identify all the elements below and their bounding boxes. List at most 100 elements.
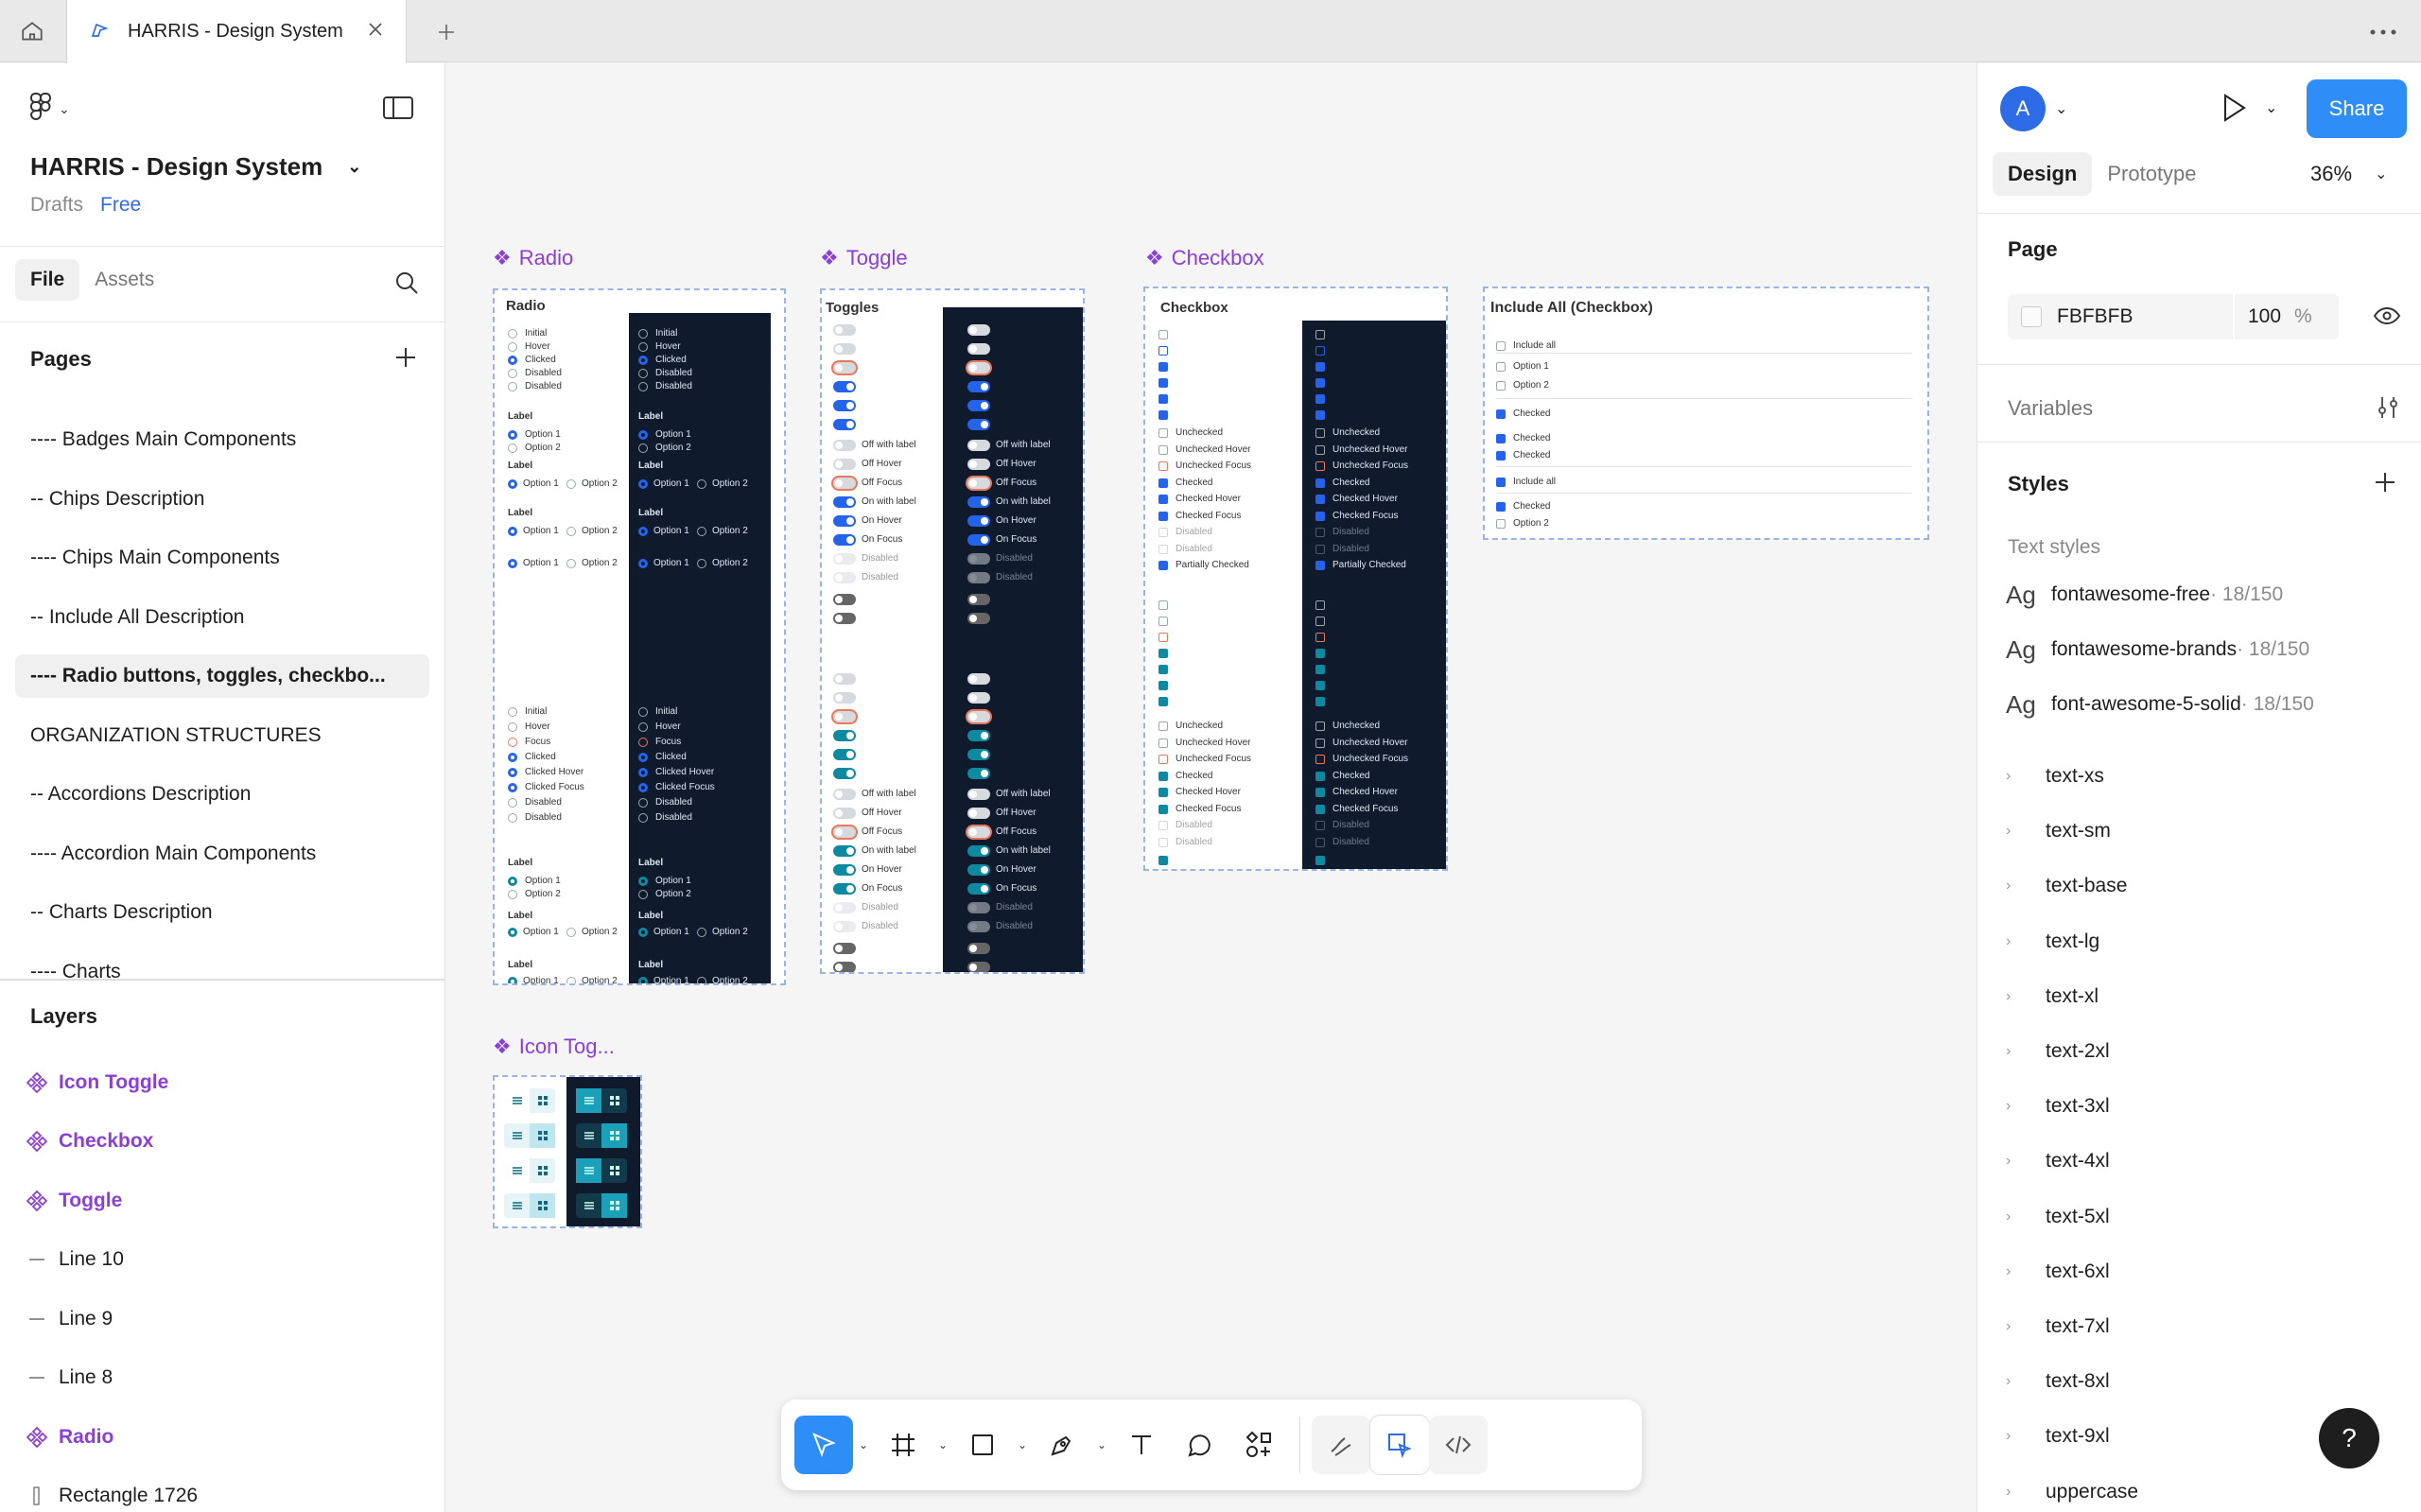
include-all-frame[interactable]: Include All (Checkbox) Include all Option… [1483, 287, 1929, 540]
text-tool-button[interactable] [1112, 1416, 1171, 1474]
toggle-switch[interactable] [833, 459, 856, 470]
toggle-switch[interactable] [967, 362, 990, 374]
design-canvas[interactable]: ❖ Radio Radio Initial Hover Clicked Disabled… [445, 63, 1977, 1512]
toggle-switch[interactable] [967, 478, 990, 489]
radio-button[interactable] [508, 798, 517, 808]
radio-button[interactable] [638, 977, 648, 983]
checkbox[interactable] [1315, 633, 1325, 642]
radio-button[interactable] [638, 369, 648, 378]
checkbox[interactable] [1496, 478, 1506, 487]
checkbox[interactable] [1158, 378, 1168, 388]
text-style-group[interactable]: › text-6xl [2006, 1251, 2403, 1293]
radio-button[interactable] [508, 382, 517, 391]
page-color-field[interactable]: FBFBFB 100 % [2008, 294, 2339, 339]
checkbox-partial[interactable] [1315, 561, 1325, 570]
checkbox[interactable] [1158, 804, 1168, 814]
icon-toggle[interactable] [504, 1158, 555, 1183]
radio-button[interactable] [508, 559, 517, 568]
checkbox[interactable] [1315, 600, 1325, 610]
checkbox[interactable] [1315, 495, 1325, 504]
checkbox[interactable] [1315, 771, 1325, 781]
radio-button[interactable] [638, 707, 648, 717]
toggle-switch[interactable] [967, 943, 990, 954]
grid-icon[interactable] [530, 1123, 555, 1148]
radio-button[interactable] [508, 890, 517, 899]
toggle-switch[interactable] [833, 711, 856, 722]
checkbox[interactable] [1158, 856, 1168, 865]
checkbox[interactable] [1158, 600, 1168, 610]
checkbox[interactable] [1315, 617, 1325, 626]
checkbox[interactable] [1315, 444, 1325, 455]
grid-icon[interactable] [530, 1193, 555, 1218]
radio-button[interactable] [638, 798, 648, 808]
radio-button[interactable] [638, 356, 648, 365]
file-name-button[interactable]: HARRIS - Design System ⌄ [30, 152, 361, 182]
checkbox[interactable] [1315, 738, 1325, 748]
page-item[interactable]: ---- Charts [15, 950, 429, 994]
radio-button[interactable] [508, 356, 517, 365]
toggle-switch[interactable] [967, 789, 990, 800]
toggle-switch[interactable] [833, 883, 856, 895]
page-item[interactable]: ---- Accordion Main Components [15, 832, 429, 876]
grid-icon[interactable] [601, 1123, 627, 1148]
radio-button[interactable] [508, 443, 517, 453]
checkbox[interactable] [1496, 434, 1506, 443]
radio-button[interactable] [508, 768, 517, 777]
add-page-button[interactable] [393, 345, 418, 370]
text-style-group[interactable]: › text-8xl [2006, 1361, 2403, 1402]
radio-button[interactable] [697, 977, 706, 983]
radio-button[interactable] [697, 928, 706, 937]
frame-tool-button[interactable] [874, 1416, 932, 1474]
text-style-group[interactable]: › text-5xl [2006, 1196, 2403, 1238]
file-tab[interactable]: HARRIS - Design System [66, 0, 407, 63]
tab-design[interactable]: Design [1993, 152, 2093, 196]
layer-rectangle-1726[interactable]: Rectangle 1726 [15, 1474, 431, 1512]
zoom-control[interactable]: 36% ⌄ [2310, 162, 2387, 186]
radio-button[interactable] [638, 877, 648, 886]
text-style-item[interactable]: Ag fontawesome-free · 18/150 [2006, 574, 2403, 616]
radio-button[interactable] [508, 977, 517, 983]
radio-button[interactable] [638, 559, 648, 568]
checkbox[interactable] [1315, 330, 1325, 339]
layer-line-9[interactable]: Line 9 [15, 1297, 431, 1341]
grid-icon[interactable] [601, 1193, 627, 1218]
checkbox[interactable] [1315, 478, 1325, 488]
more-icon[interactable] [2364, 13, 2402, 51]
toggle-switch[interactable] [967, 613, 990, 624]
frame-label-icon-toggle[interactable]: ❖ Icon Tog... [493, 1034, 615, 1059]
comment-tool-button[interactable] [1171, 1416, 1229, 1474]
home-icon[interactable] [0, 0, 64, 62]
toggle-switch[interactable] [833, 324, 856, 336]
tab-file[interactable]: File [15, 259, 80, 301]
text-style-group[interactable]: › text-lg [2006, 921, 2403, 963]
frame-label-toggle[interactable]: ❖ Toggle [820, 246, 908, 270]
radio-button[interactable] [508, 813, 517, 823]
text-style-group[interactable]: › uppercase [2006, 1471, 2403, 1512]
list-icon[interactable] [504, 1193, 530, 1218]
checkbox[interactable] [1315, 410, 1325, 420]
toggle-switch[interactable] [833, 943, 856, 954]
toggle-switch[interactable] [967, 440, 990, 451]
layer-line-8[interactable]: Line 8 [15, 1356, 431, 1399]
toggle-switch[interactable] [833, 768, 856, 779]
page-item[interactable]: -- Include All Description [15, 596, 429, 639]
checkbox[interactable] [1158, 837, 1168, 847]
frame-label-radio[interactable]: ❖ Radio [493, 246, 573, 270]
checkbox[interactable] [1158, 617, 1168, 626]
chevron-down-icon[interactable]: ⌄ [1012, 1438, 1033, 1451]
checkbox[interactable] [1158, 461, 1168, 471]
toggle-switch[interactable] [833, 808, 856, 819]
chevron-down-icon[interactable]: ⌄ [1091, 1438, 1112, 1451]
icon-toggle[interactable] [576, 1123, 627, 1148]
checkbox[interactable] [1496, 519, 1506, 529]
toggle-switch[interactable] [833, 692, 856, 704]
toggle-switch[interactable] [833, 515, 856, 527]
radio-button[interactable] [638, 342, 648, 352]
checkbox[interactable] [1158, 755, 1168, 764]
checkbox[interactable] [1315, 511, 1325, 521]
radio-button[interactable] [566, 479, 576, 489]
radio-button[interactable] [508, 342, 517, 352]
toggle-switch[interactable] [967, 826, 990, 838]
radio-button[interactable] [638, 783, 648, 792]
toggle-switch[interactable] [967, 711, 990, 722]
